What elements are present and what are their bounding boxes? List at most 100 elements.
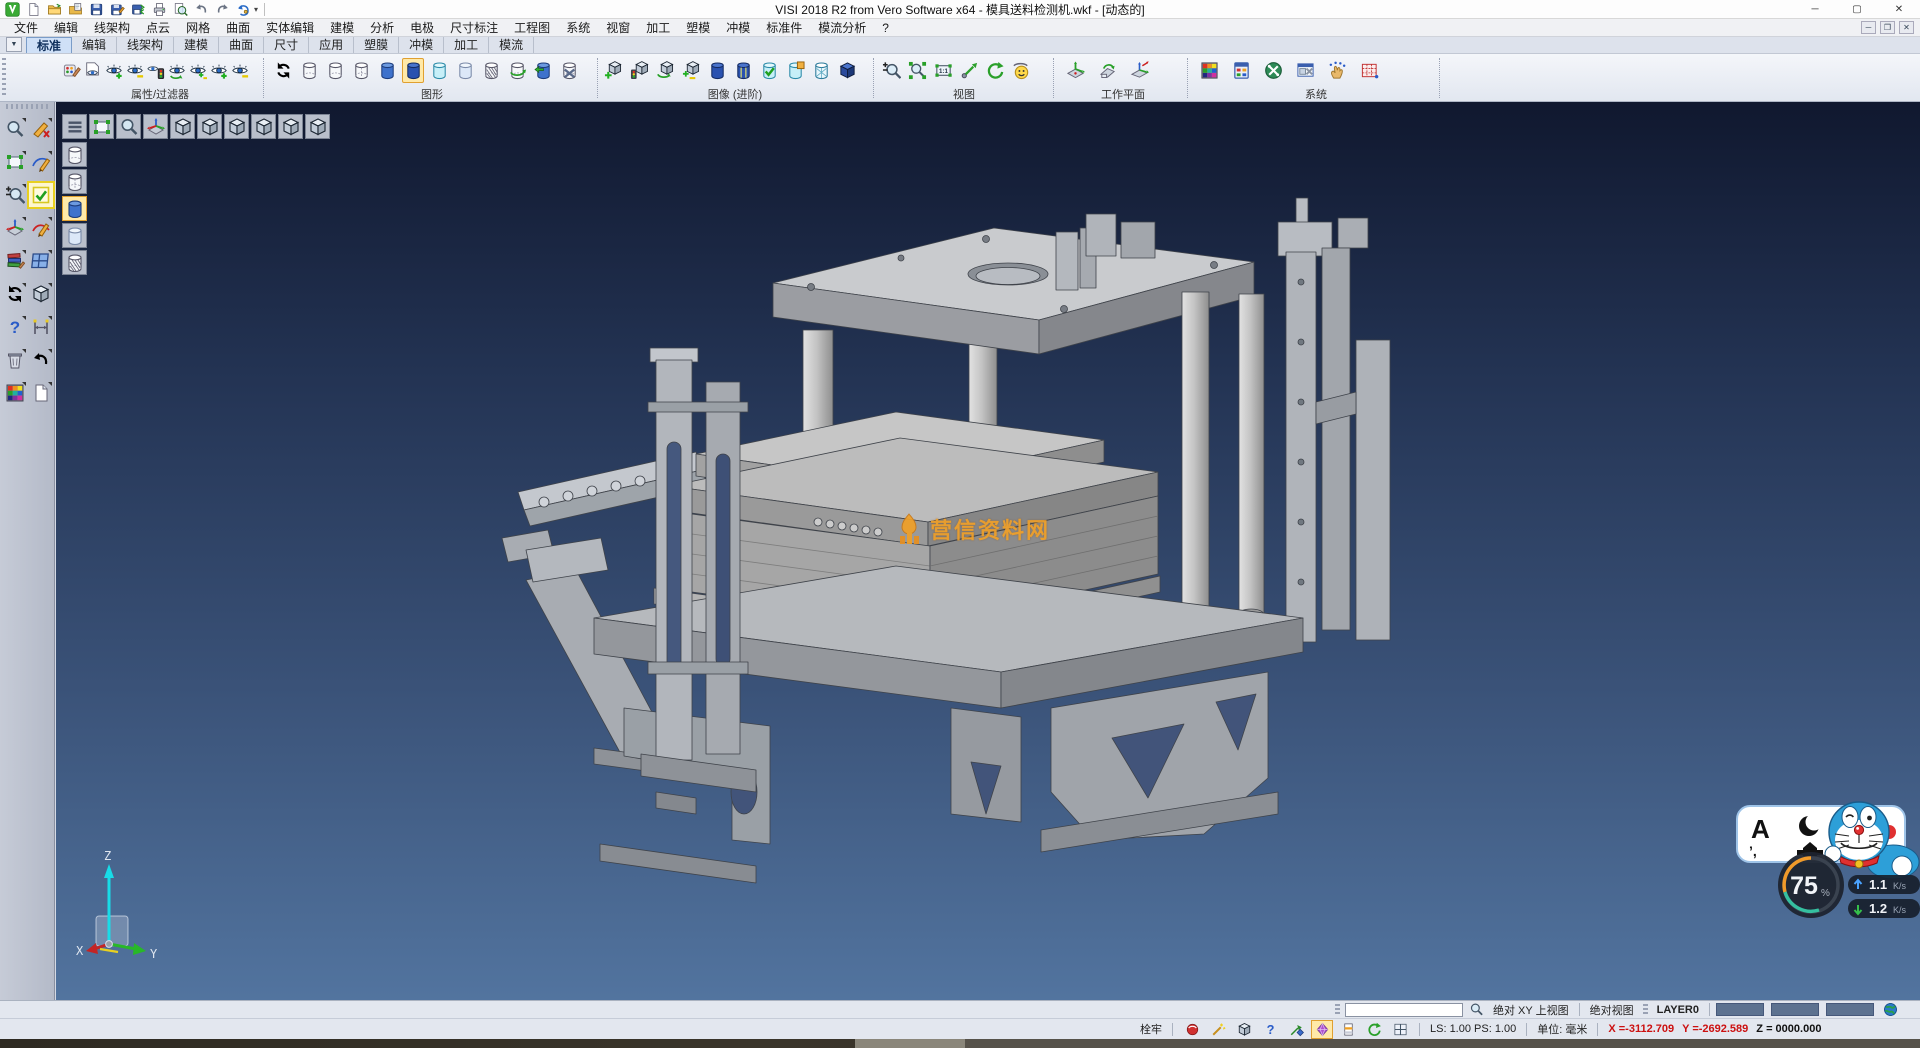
auto-rotate-icon[interactable] xyxy=(1364,1021,1384,1038)
erase-sketch-icon[interactable] xyxy=(29,117,53,141)
hide-all-icon[interactable] xyxy=(230,58,250,83)
search-icon[interactable] xyxy=(1466,1001,1486,1018)
render-ghost-icon[interactable] xyxy=(62,223,87,248)
status-color-swatch[interactable] xyxy=(1771,1003,1819,1016)
translucent-view-icon[interactable] xyxy=(428,58,450,83)
confirm-selection-icon[interactable] xyxy=(29,183,53,207)
attribute-books-icon[interactable] xyxy=(3,249,27,273)
view-cube-left-icon[interactable] xyxy=(278,114,303,139)
lock-label[interactable]: 栓牢 xyxy=(1136,1021,1166,1037)
view-menu-icon[interactable] xyxy=(62,114,87,139)
redraw-icon[interactable] xyxy=(272,58,294,83)
revert-icon[interactable] xyxy=(234,1,252,17)
menu-help[interactable]: ? xyxy=(874,19,897,37)
view-cube-iso-icon[interactable] xyxy=(170,114,195,139)
globe-icon[interactable] xyxy=(1881,1001,1901,1018)
dynamic-render-icon[interactable] xyxy=(506,58,528,83)
tab-surface[interactable]: 曲面 xyxy=(219,37,264,53)
workplane-iso-icon[interactable] xyxy=(1064,58,1086,83)
close-button[interactable]: ✕ xyxy=(1878,0,1920,19)
new-document-icon[interactable] xyxy=(24,1,42,17)
print-icon[interactable] xyxy=(150,1,168,17)
zoom-1-1-icon[interactable] xyxy=(932,58,954,83)
view-mode-button[interactable]: 绝对 XY 上视图 xyxy=(1489,1002,1573,1018)
tab-dropdown-icon[interactable]: ▼ xyxy=(6,37,22,52)
render-hatch-icon[interactable] xyxy=(62,250,87,275)
measure-distance-icon[interactable] xyxy=(29,315,53,339)
advanced-add-icon[interactable] xyxy=(602,58,624,83)
layer-bars-icon[interactable] xyxy=(1338,1021,1358,1038)
advanced-solid-icon[interactable] xyxy=(836,58,858,83)
attribute-page-visibility-icon[interactable] xyxy=(83,58,103,83)
toggle-visibility-icon[interactable] xyxy=(188,58,208,83)
menu-modeling[interactable]: 建模 xyxy=(322,19,362,37)
view-orientation-icon[interactable] xyxy=(1010,58,1032,83)
snap-point-icon[interactable] xyxy=(1286,1021,1306,1038)
menu-machining[interactable]: 加工 xyxy=(638,19,678,37)
render-shaded-icon[interactable] xyxy=(62,196,87,221)
advanced-striped-icon[interactable] xyxy=(732,58,754,83)
shaded-edges-view-icon[interactable] xyxy=(402,58,424,83)
menu-dimension[interactable]: 尺寸标注 xyxy=(442,19,506,37)
wireframe-view-icon[interactable] xyxy=(298,58,320,83)
redo-icon[interactable] xyxy=(213,1,231,17)
zoom-all-icon[interactable] xyxy=(906,58,928,83)
color-settings-icon[interactable] xyxy=(1198,58,1220,83)
zoom-dynamic-icon[interactable] xyxy=(3,183,27,207)
cpl-indicator-icon[interactable] xyxy=(1234,1021,1254,1038)
advanced-filter-icon[interactable] xyxy=(628,58,650,83)
menu-mesh[interactable]: 网格 xyxy=(178,19,218,37)
view-cube-back-icon[interactable] xyxy=(251,114,276,139)
minimize-button[interactable]: ─ xyxy=(1794,0,1836,19)
tab-edit[interactable]: 编辑 xyxy=(72,37,117,53)
view-cube-front-icon[interactable] xyxy=(224,114,249,139)
open-file-icon[interactable] xyxy=(45,1,63,17)
advanced-shaded-icon[interactable] xyxy=(706,58,728,83)
view-cube-bottom-icon[interactable] xyxy=(197,114,222,139)
attributes-palette-icon[interactable] xyxy=(62,58,82,83)
menu-file[interactable]: 文件 xyxy=(6,19,46,37)
menu-system[interactable]: 系统 xyxy=(558,19,598,37)
active-layer-button[interactable]: LAYER0 xyxy=(1653,1004,1703,1016)
menu-analysis[interactable]: 分析 xyxy=(362,19,402,37)
view-reference-button[interactable]: 绝对视图 xyxy=(1586,1002,1638,1018)
render-wireframe-icon[interactable] xyxy=(62,142,87,167)
qat-dropdown-icon[interactable]: ▾ xyxy=(254,5,258,14)
visibility-filter-icon[interactable] xyxy=(146,58,166,83)
menu-solid-edit[interactable]: 实体编辑 xyxy=(258,19,322,37)
system-report-icon[interactable] xyxy=(1230,58,1252,83)
query-help-icon[interactable] xyxy=(1260,1021,1280,1038)
delete-entities-icon[interactable] xyxy=(3,348,27,372)
advanced-refresh-icon[interactable] xyxy=(654,58,676,83)
regenerate-icon[interactable] xyxy=(3,282,27,306)
render-hidden-icon[interactable] xyxy=(62,169,87,194)
menu-surface[interactable]: 曲面 xyxy=(218,19,258,37)
sketch-curve-icon[interactable] xyxy=(29,150,53,174)
workplane-face-icon[interactable] xyxy=(1096,58,1118,83)
menu-window[interactable]: 视窗 xyxy=(598,19,638,37)
refresh-visibility-icon[interactable] xyxy=(167,58,187,83)
mdi-restore-button[interactable]: ❐ xyxy=(1880,21,1895,34)
tab-machining[interactable]: 加工 xyxy=(444,37,489,53)
undo-icon[interactable] xyxy=(192,1,210,17)
notes-page-icon[interactable] xyxy=(29,381,53,405)
hide-entities-icon[interactable] xyxy=(125,58,145,83)
selection-settings-icon[interactable] xyxy=(1326,58,1348,83)
print-preview-icon[interactable] xyxy=(171,1,189,17)
open-model-icon[interactable] xyxy=(66,1,84,17)
advanced-verify-icon[interactable] xyxy=(758,58,780,83)
tab-die[interactable]: 冲模 xyxy=(399,37,444,53)
menu-mould[interactable]: 塑模 xyxy=(678,19,718,37)
advanced-copy-icon[interactable] xyxy=(784,58,806,83)
menu-wireframe[interactable]: 线架构 xyxy=(86,19,138,37)
zoom-in-out-icon[interactable] xyxy=(880,58,902,83)
tab-flow[interactable]: 模流 xyxy=(489,37,534,53)
help-query-icon[interactable] xyxy=(3,315,27,339)
mdi-minimize-button[interactable]: ─ xyxy=(1861,21,1876,34)
status-color-swatch[interactable] xyxy=(1826,1003,1874,1016)
undo-last-icon[interactable] xyxy=(29,348,53,372)
show-all-icon[interactable] xyxy=(209,58,229,83)
tab-dimension[interactable]: 尺寸 xyxy=(264,37,309,53)
mdi-close-button[interactable]: ✕ xyxy=(1899,21,1914,34)
record-mode-icon[interactable] xyxy=(1182,1021,1202,1038)
